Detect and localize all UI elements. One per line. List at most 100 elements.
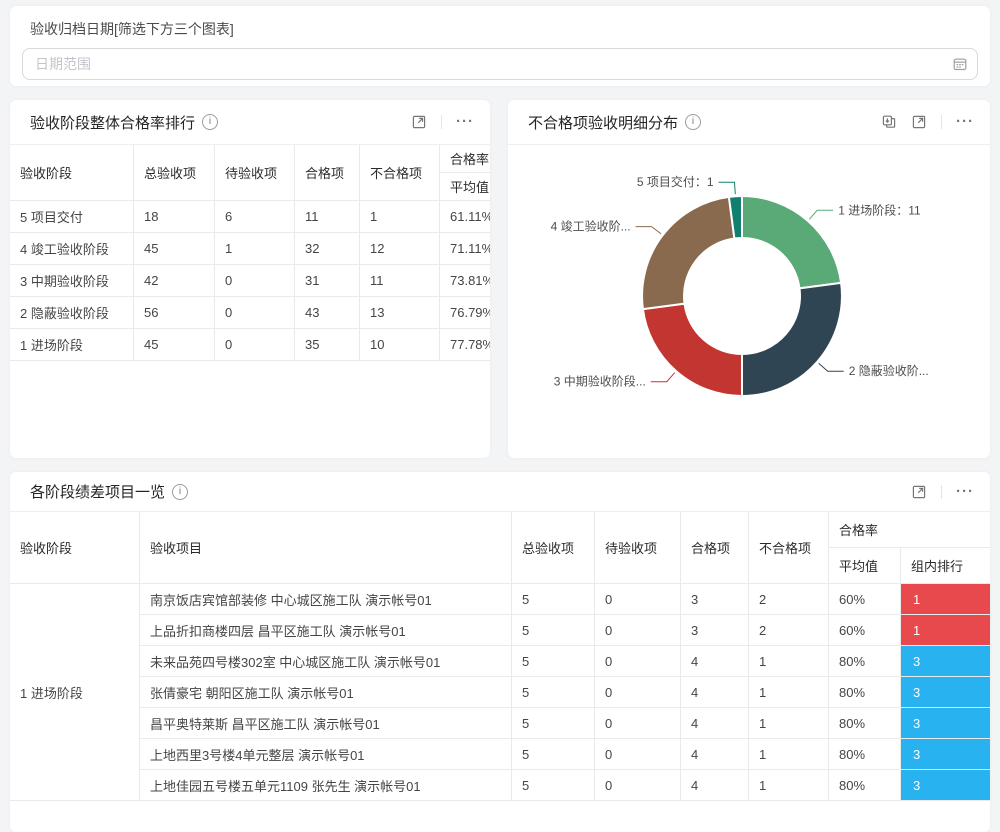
fail-cell: 1: [749, 708, 829, 739]
rank-badge-cell: 1: [901, 584, 990, 615]
col-header-total: 总验收项: [134, 145, 215, 201]
fail-cell: 1: [749, 770, 829, 801]
pending-cell: 0: [595, 615, 681, 646]
rank-badge-cell: 3: [901, 770, 990, 801]
info-icon[interactable]: i: [172, 484, 188, 500]
fail-cell: 1: [360, 201, 440, 233]
total-cell: 5: [512, 677, 595, 708]
info-icon[interactable]: i: [685, 114, 701, 130]
rank-badge-cell: 3: [901, 708, 990, 739]
calendar-icon[interactable]: [952, 56, 968, 72]
fail-cell: 13: [360, 297, 440, 329]
total-cell: 45: [134, 329, 215, 361]
stage-cell: 4 竣工验收阶段: [10, 233, 134, 265]
pass-cell: 3: [681, 615, 749, 646]
date-filter-card: 验收归档日期[筛选下方三个图表]: [10, 6, 990, 86]
stage-cell: 1 进场阶段: [10, 329, 134, 361]
col-header-rate-rank: 组内排行: [901, 548, 990, 584]
total-cell: 56: [134, 297, 215, 329]
col-header-pending: 待验收项: [595, 512, 681, 584]
table-row: 上品折扣商楼四层 昌平区施工队 演示帐号01503260%1: [10, 615, 990, 646]
donut-slice[interactable]: [642, 197, 734, 309]
total-cell: 5: [512, 770, 595, 801]
col-header-stage: 验收阶段: [10, 512, 140, 584]
table-row: 未来品苑四号楼302室 中心城区施工队 演示帐号01504180%3: [10, 646, 990, 677]
info-icon[interactable]: i: [202, 114, 218, 130]
more-menu-icon[interactable]: ···: [956, 487, 974, 497]
divider: [441, 115, 442, 129]
card-header: 各阶段绩差项目一览 i ···: [10, 472, 990, 512]
date-range-input[interactable]: [22, 48, 978, 80]
rate-cell: 73.81%: [440, 265, 490, 297]
pass-cell: 4: [681, 708, 749, 739]
project-cell: 昌平奥特莱斯 昌平区施工队 演示帐号01: [140, 708, 512, 739]
rank-table: 验收阶段 总验收项 待验收项 合格项 不合格项 合格率 平均值 5 项目交付18…: [10, 145, 490, 361]
total-cell: 5: [512, 615, 595, 646]
pass-cell: 4: [681, 677, 749, 708]
projects-table: 验收阶段 验收项目 总验收项 待验收项 合格项 不合格项 合格率 平均值 组内排…: [10, 512, 990, 801]
stage-group-cell: 1 进场阶段: [10, 584, 140, 801]
table-row: 5 项目交付18611161.11%: [10, 201, 490, 233]
avg-rate-cell: 60%: [829, 584, 901, 615]
project-cell: 上地佳园五号楼五单元1109 张先生 演示帐号01: [140, 770, 512, 801]
col-header-rate-avg: 平均值: [829, 548, 901, 584]
col-header-pass: 合格项: [295, 145, 360, 201]
pending-cell: 0: [595, 708, 681, 739]
project-cell: 南京饭店宾馆部装修 中心城区施工队 演示帐号01: [140, 584, 512, 615]
rate-cell: 61.11%: [440, 201, 490, 233]
donut-chart: 1 进场阶段：112 隐蔽验收阶...3 中期验收阶段...4 竣工验收阶...…: [508, 145, 990, 458]
pending-cell: 0: [595, 646, 681, 677]
card-header: 验收阶段整体合格率排行 i ···: [10, 100, 490, 145]
pass-cell: 4: [681, 739, 749, 770]
col-header-rate-avg: 平均值: [440, 173, 490, 201]
table-row: 4 竣工验收阶段451321271.11%: [10, 233, 490, 265]
stage-cell: 2 隐蔽验收阶段: [10, 297, 134, 329]
donut-slice[interactable]: [742, 283, 842, 396]
total-cell: 5: [512, 584, 595, 615]
table-row: 1 进场阶段南京饭店宾馆部装修 中心城区施工队 演示帐号01503260%1: [10, 584, 990, 615]
pass-rate-ranking-card: 验收阶段整体合格率排行 i ··· 验收阶段 总验收项 待验收项 合格项 不合格…: [10, 100, 490, 458]
table-row: 张倩豪宅 朝阳区施工队 演示帐号01504180%3: [10, 677, 990, 708]
col-header-total: 总验收项: [512, 512, 595, 584]
avg-rate-cell: 80%: [829, 739, 901, 770]
expand-icon[interactable]: [911, 484, 927, 500]
table-row: 3 中期验收阶段420311173.81%: [10, 265, 490, 297]
stage-cell: 5 项目交付: [10, 201, 134, 233]
pass-cell: 4: [681, 770, 749, 801]
expand-icon[interactable]: [911, 114, 927, 130]
more-menu-icon[interactable]: ···: [456, 117, 474, 127]
rank-table-container: 验收阶段 总验收项 待验收项 合格项 不合格项 合格率 平均值 5 项目交付18…: [10, 145, 490, 361]
project-cell: 张倩豪宅 朝阳区施工队 演示帐号01: [140, 677, 512, 708]
pass-cell: 4: [681, 646, 749, 677]
more-menu-icon[interactable]: ···: [956, 117, 974, 127]
fail-cell: 1: [749, 739, 829, 770]
date-range-field: [22, 48, 978, 80]
fail-cell: 11: [360, 265, 440, 297]
col-header-project: 验收项目: [140, 512, 512, 584]
col-header-rate-group: 合格率: [829, 512, 990, 548]
total-cell: 5: [512, 646, 595, 677]
avg-rate-cell: 60%: [829, 615, 901, 646]
fail-cell: 1: [749, 646, 829, 677]
pending-cell: 0: [215, 265, 295, 297]
pending-cell: 0: [595, 770, 681, 801]
fail-cell: 1: [749, 677, 829, 708]
fail-cell: 2: [749, 584, 829, 615]
project-cell: 上地西里3号楼4单元整层 演示帐号01: [140, 739, 512, 770]
fail-cell: 2: [749, 615, 829, 646]
fail-cell: 12: [360, 233, 440, 265]
expand-icon[interactable]: [411, 114, 427, 130]
table-row: 昌平奥特莱斯 昌平区施工队 演示帐号01504180%3: [10, 708, 990, 739]
project-cell: 未来品苑四号楼302室 中心城区施工队 演示帐号01: [140, 646, 512, 677]
donut-label-line: [719, 182, 736, 194]
project-cell: 上品折扣商楼四层 昌平区施工队 演示帐号01: [140, 615, 512, 646]
pass-cell: 43: [295, 297, 360, 329]
pending-cell: 0: [215, 297, 295, 329]
download-image-icon[interactable]: [881, 114, 897, 130]
projects-table-body: 1 进场阶段南京饭店宾馆部装修 中心城区施工队 演示帐号01503260%1上品…: [10, 584, 990, 801]
rank-badge-cell: 1: [901, 615, 990, 646]
filter-title: 验收归档日期[筛选下方三个图表]: [22, 16, 978, 39]
total-cell: 5: [512, 739, 595, 770]
table-row: 上地西里3号楼4单元整层 演示帐号01504180%3: [10, 739, 990, 770]
pending-cell: 6: [215, 201, 295, 233]
